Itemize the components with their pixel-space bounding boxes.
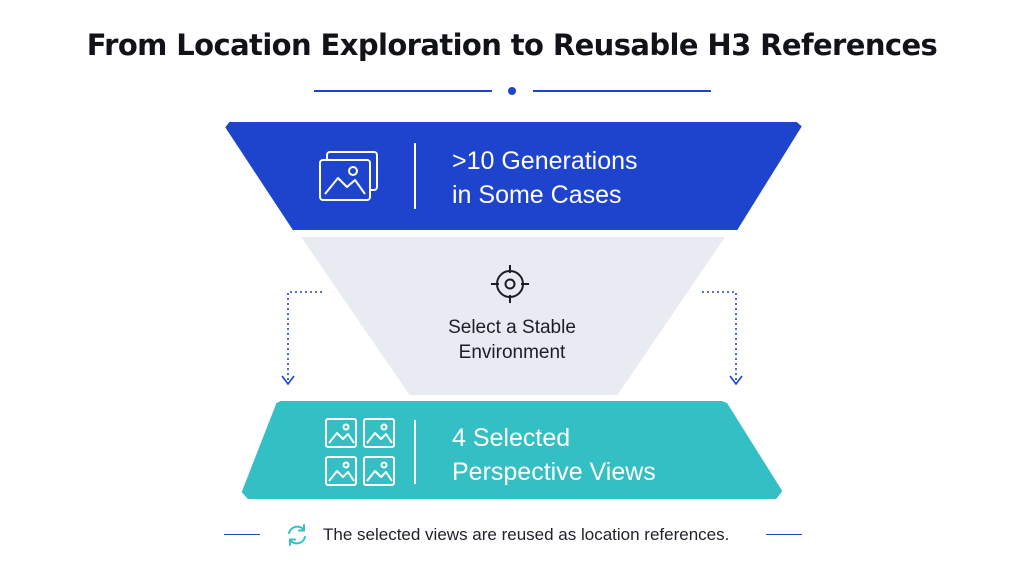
stage-top-separator <box>414 143 416 209</box>
stage-top-line2: in Some Cases <box>452 181 622 209</box>
flow-arrow-left <box>276 288 328 392</box>
stage-bottom-line1: 4 Selected <box>452 424 571 452</box>
title-divider-right <box>533 90 711 92</box>
footer-rule-left <box>224 534 260 535</box>
title-divider-left <box>314 90 492 92</box>
stage-middle-line1: Select a Stable <box>448 317 576 338</box>
stage-middle-line2: Environment <box>458 342 566 363</box>
page-title: From Location Exploration to Reusable H3… <box>86 28 938 62</box>
refresh-cycle-icon <box>285 523 309 547</box>
footer-caption: The selected views are reused as locatio… <box>323 525 730 544</box>
crosshair-target-icon <box>490 264 530 304</box>
image-stack-icon <box>319 150 381 204</box>
image-grid-icon <box>324 417 396 489</box>
stage-bottom-separator <box>414 420 416 484</box>
title-divider-dot <box>508 87 516 95</box>
stage-bottom-line2: Perspective Views <box>452 458 656 486</box>
flow-arrow-right <box>696 288 748 392</box>
footer-rule-right <box>766 534 802 535</box>
stage-top-line1: >10 Generations <box>452 147 638 175</box>
